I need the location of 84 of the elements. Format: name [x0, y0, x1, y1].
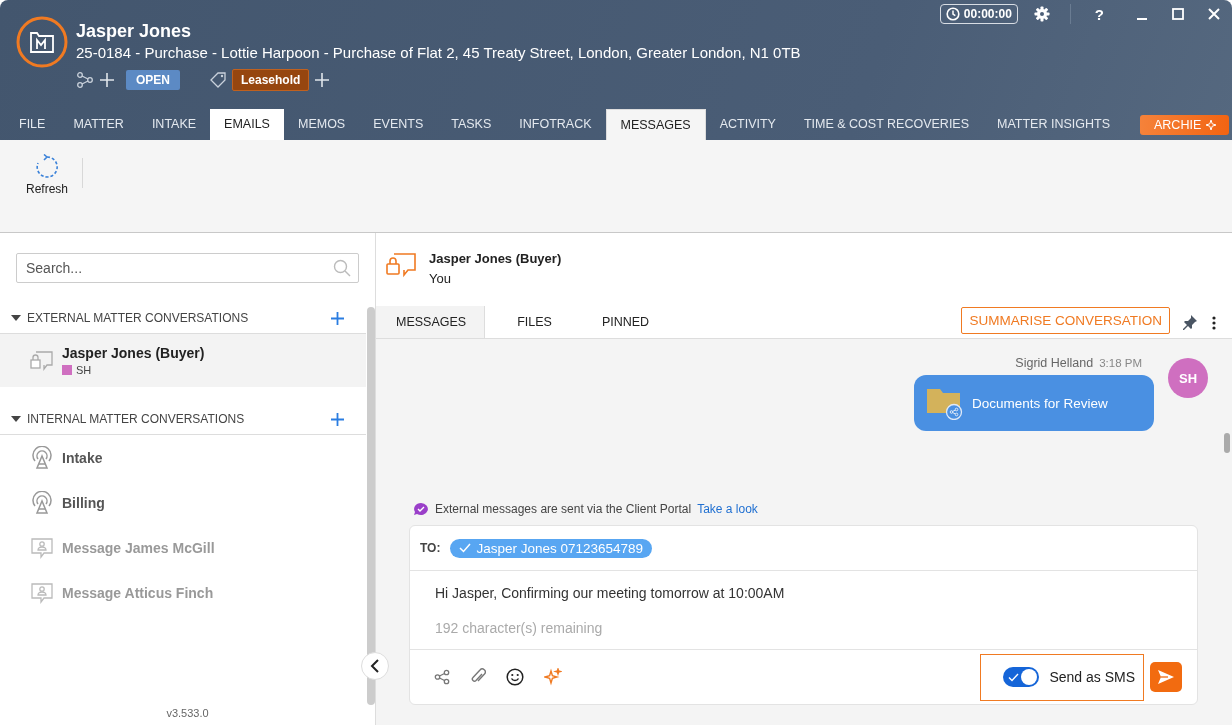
user-avatar: SH	[1168, 358, 1208, 398]
maximize-icon[interactable]	[1172, 8, 1184, 20]
take-a-look-link[interactable]: Take a look	[697, 502, 758, 516]
tab[interactable]: PINNED	[581, 306, 668, 338]
tab[interactable]: INTAKE	[137, 109, 211, 140]
sparkle-icon[interactable]	[544, 668, 562, 686]
collapse-button[interactable]	[361, 652, 389, 680]
shared-folder-icon	[926, 386, 964, 420]
tab[interactable]: TASKS	[437, 109, 506, 140]
tab[interactable]: FILES	[497, 306, 570, 338]
conversation-title: Jasper Jones (Buyer)	[429, 251, 562, 266]
locked-chat-icon	[30, 349, 54, 372]
version-label: v3.533.0	[165, 707, 210, 721]
status-badge: OPEN	[126, 70, 180, 90]
tab[interactable]: MEMOS	[283, 109, 360, 140]
tab[interactable]: EMAILS	[210, 109, 284, 140]
chat-bubble-icon	[413, 502, 429, 516]
broadcast-tower-icon	[30, 490, 54, 515]
send-icon	[1157, 669, 1175, 685]
pin-icon[interactable]	[1182, 314, 1198, 330]
matter-description: 25-0184 - Purchase - Lottie Harpoon - Purchase of Flat 2, 45 Treaty Street, London, Greater London, N1 0TB	[76, 43, 801, 63]
sparkle-icon	[1205, 119, 1218, 131]
search-icon	[333, 259, 351, 277]
tab[interactable]: MESSAGES	[376, 306, 486, 338]
conversation-name: Intake	[62, 449, 103, 466]
add-icon[interactable]	[331, 412, 344, 426]
more-options-icon[interactable]	[1212, 316, 1216, 330]
conversation-name: Message James McGill	[62, 539, 215, 556]
conversation-name: Jasper Jones (Buyer)	[62, 345, 205, 361]
chevron-left-icon	[370, 659, 380, 673]
message-text: Documents for Review	[972, 395, 1108, 411]
search-field[interactable]: Search...	[16, 253, 359, 283]
broadcast-tower-icon	[30, 445, 54, 470]
sender-name: Sigrid Helland	[1015, 356, 1094, 370]
tag-label[interactable]: Leasehold	[232, 69, 310, 91]
section-title: EXTERNAL MATTER CONVERSATIONS	[27, 311, 250, 325]
caret-icon[interactable]	[11, 314, 21, 322]
tab[interactable]: ACTIVITY	[705, 109, 790, 140]
conversation-item[interactable]: Intake	[0, 435, 366, 480]
message-input[interactable]: Hi Jasper, Confirming our meeting tomorrow at 10:00AM	[435, 585, 1172, 601]
message-time: 3:18 PM	[1099, 357, 1142, 369]
help-button[interactable]: ?	[1094, 5, 1104, 23]
locked-chat-icon	[385, 251, 417, 279]
participant-initials: SH	[76, 364, 92, 376]
sms-toggle[interactable]	[1003, 667, 1040, 687]
share-nodes-icon[interactable]	[434, 669, 450, 685]
tab[interactable]: MESSAGES	[605, 109, 706, 140]
tab[interactable]: MATTER INSIGHTS	[983, 109, 1124, 140]
matter-logo-icon	[16, 16, 68, 68]
tab[interactable]: TIME & COST RECOVERIES	[789, 109, 984, 140]
conversation-item[interactable]: Jasper Jones (Buyer) SH	[0, 334, 366, 387]
share-nodes-icon[interactable]	[76, 71, 94, 89]
caret-icon[interactable]	[11, 415, 21, 423]
timer-button[interactable]: 00:00:00	[939, 4, 1018, 24]
conversation-name: Billing	[62, 494, 105, 511]
settings-icon[interactable]	[1033, 6, 1050, 22]
conversation-subtitle: You	[429, 271, 452, 286]
tab[interactable]: MATTER	[59, 109, 138, 140]
close-icon[interactable]	[1208, 8, 1220, 20]
scrollbar[interactable]	[1224, 433, 1230, 453]
character-count: 192 character(s) remaining	[435, 620, 604, 636]
scrollbar[interactable]	[367, 307, 375, 705]
refresh-icon	[34, 154, 60, 180]
message-bubble[interactable]: Documents for Review	[914, 375, 1154, 431]
clock-icon	[945, 7, 960, 21]
person-chat-icon	[30, 536, 54, 559]
sms-label: Send as SMS	[1049, 669, 1135, 685]
add-icon[interactable]	[331, 311, 344, 325]
check-icon	[1008, 672, 1020, 682]
conversation-item[interactable]: Billing	[0, 480, 366, 525]
tag-icon[interactable]	[209, 71, 227, 89]
section-title: INTERNAL MATTER CONVERSATIONS	[27, 412, 246, 426]
check-icon	[459, 543, 472, 553]
tab[interactable]: INFOTRACK	[505, 109, 606, 140]
refresh-button[interactable]: Refresh	[26, 154, 69, 196]
person-chat-icon	[30, 581, 54, 604]
to-label: TO:	[420, 541, 441, 555]
emoji-icon[interactable]	[506, 668, 524, 686]
send-button[interactable]	[1150, 662, 1182, 692]
matter-title: Jasper Jones	[76, 20, 193, 43]
notice-text: External messages are sent via the Client Portal	[435, 502, 692, 516]
tab[interactable]: EVENTS	[359, 109, 438, 140]
conversation-name: Message Atticus Finch	[62, 584, 214, 601]
tab[interactable]: FILE	[5, 109, 60, 140]
